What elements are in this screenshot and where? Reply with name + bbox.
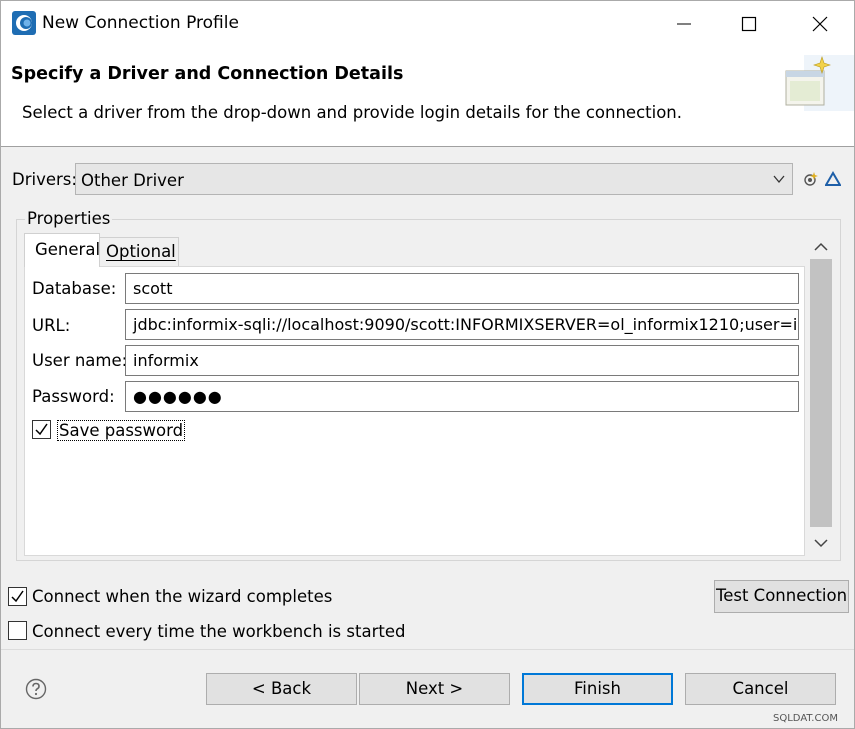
wizard-header: Specify a Driver and Connection Details …: [1, 47, 854, 147]
url-label: URL:: [32, 316, 71, 335]
next-button[interactable]: Next >: [359, 673, 510, 705]
footer-divider: [1, 649, 854, 650]
tab-optional-label: Optional: [106, 242, 176, 261]
close-button[interactable]: [785, 1, 855, 47]
password-label: Password:: [32, 387, 115, 406]
window-title: New Connection Profile: [42, 13, 239, 33]
database-field[interactable]: scott: [125, 273, 799, 304]
new-driver-icon[interactable]: [803, 171, 819, 187]
database-label: Database:: [32, 279, 117, 298]
tab-optional[interactable]: Optional: [99, 237, 179, 267]
tab-general[interactable]: General: [24, 233, 100, 267]
maximize-icon: [741, 16, 757, 32]
scroll-up-icon[interactable]: [813, 239, 829, 255]
connect-on-start-checkbox[interactable]: [8, 621, 27, 640]
close-icon: [812, 16, 828, 32]
url-field[interactable]: jdbc:informix-sqli://localhost:9090/scot…: [125, 309, 799, 340]
edit-driver-icon[interactable]: [825, 171, 841, 187]
password-field[interactable]: ●●●●●●: [125, 381, 799, 412]
maximize-button[interactable]: [714, 1, 784, 47]
finish-button[interactable]: Finish: [522, 673, 673, 705]
test-connection-button[interactable]: Test Connection: [714, 580, 849, 613]
watermark: SQLDAT.COM: [773, 713, 838, 724]
back-button[interactable]: < Back: [206, 673, 357, 705]
wizard-banner-icon: [785, 55, 854, 111]
properties-group-label: Properties: [25, 209, 113, 228]
drivers-dropdown[interactable]: Other Driver: [75, 163, 793, 195]
save-password-label[interactable]: Save password: [57, 420, 186, 441]
minimize-icon: [677, 23, 691, 25]
scroll-down-icon[interactable]: [813, 535, 829, 551]
drivers-selected-value: Other Driver: [81, 171, 184, 190]
minimize-button[interactable]: [649, 1, 719, 47]
page-description: Select a driver from the drop-down and p…: [22, 103, 682, 122]
username-field[interactable]: informix: [125, 345, 799, 376]
checkmark-icon: [11, 590, 24, 603]
username-label: User name:: [32, 351, 128, 370]
checkmark-icon: [35, 423, 48, 436]
help-icon[interactable]: [25, 678, 47, 700]
chevron-down-icon: [773, 175, 785, 184]
connect-on-start-label[interactable]: Connect every time the workbench is star…: [32, 622, 405, 641]
title-bar: New Connection Profile: [1, 1, 854, 47]
eclipse-app-icon: [12, 11, 36, 35]
connect-on-complete-label[interactable]: Connect when the wizard completes: [32, 587, 332, 606]
drivers-label-text: Drivers:: [12, 170, 77, 189]
connection-profile-window: New Connection Profile Specify a Driver …: [0, 0, 855, 729]
cancel-button[interactable]: Cancel: [685, 673, 836, 705]
connect-on-complete-checkbox[interactable]: [8, 587, 27, 606]
save-password-checkbox[interactable]: [32, 420, 51, 439]
tab-general-label: General: [35, 240, 101, 259]
page-title: Specify a Driver and Connection Details: [11, 64, 404, 84]
drivers-label: Drivers:: [12, 170, 77, 189]
scrollbar-thumb[interactable]: [810, 259, 832, 527]
